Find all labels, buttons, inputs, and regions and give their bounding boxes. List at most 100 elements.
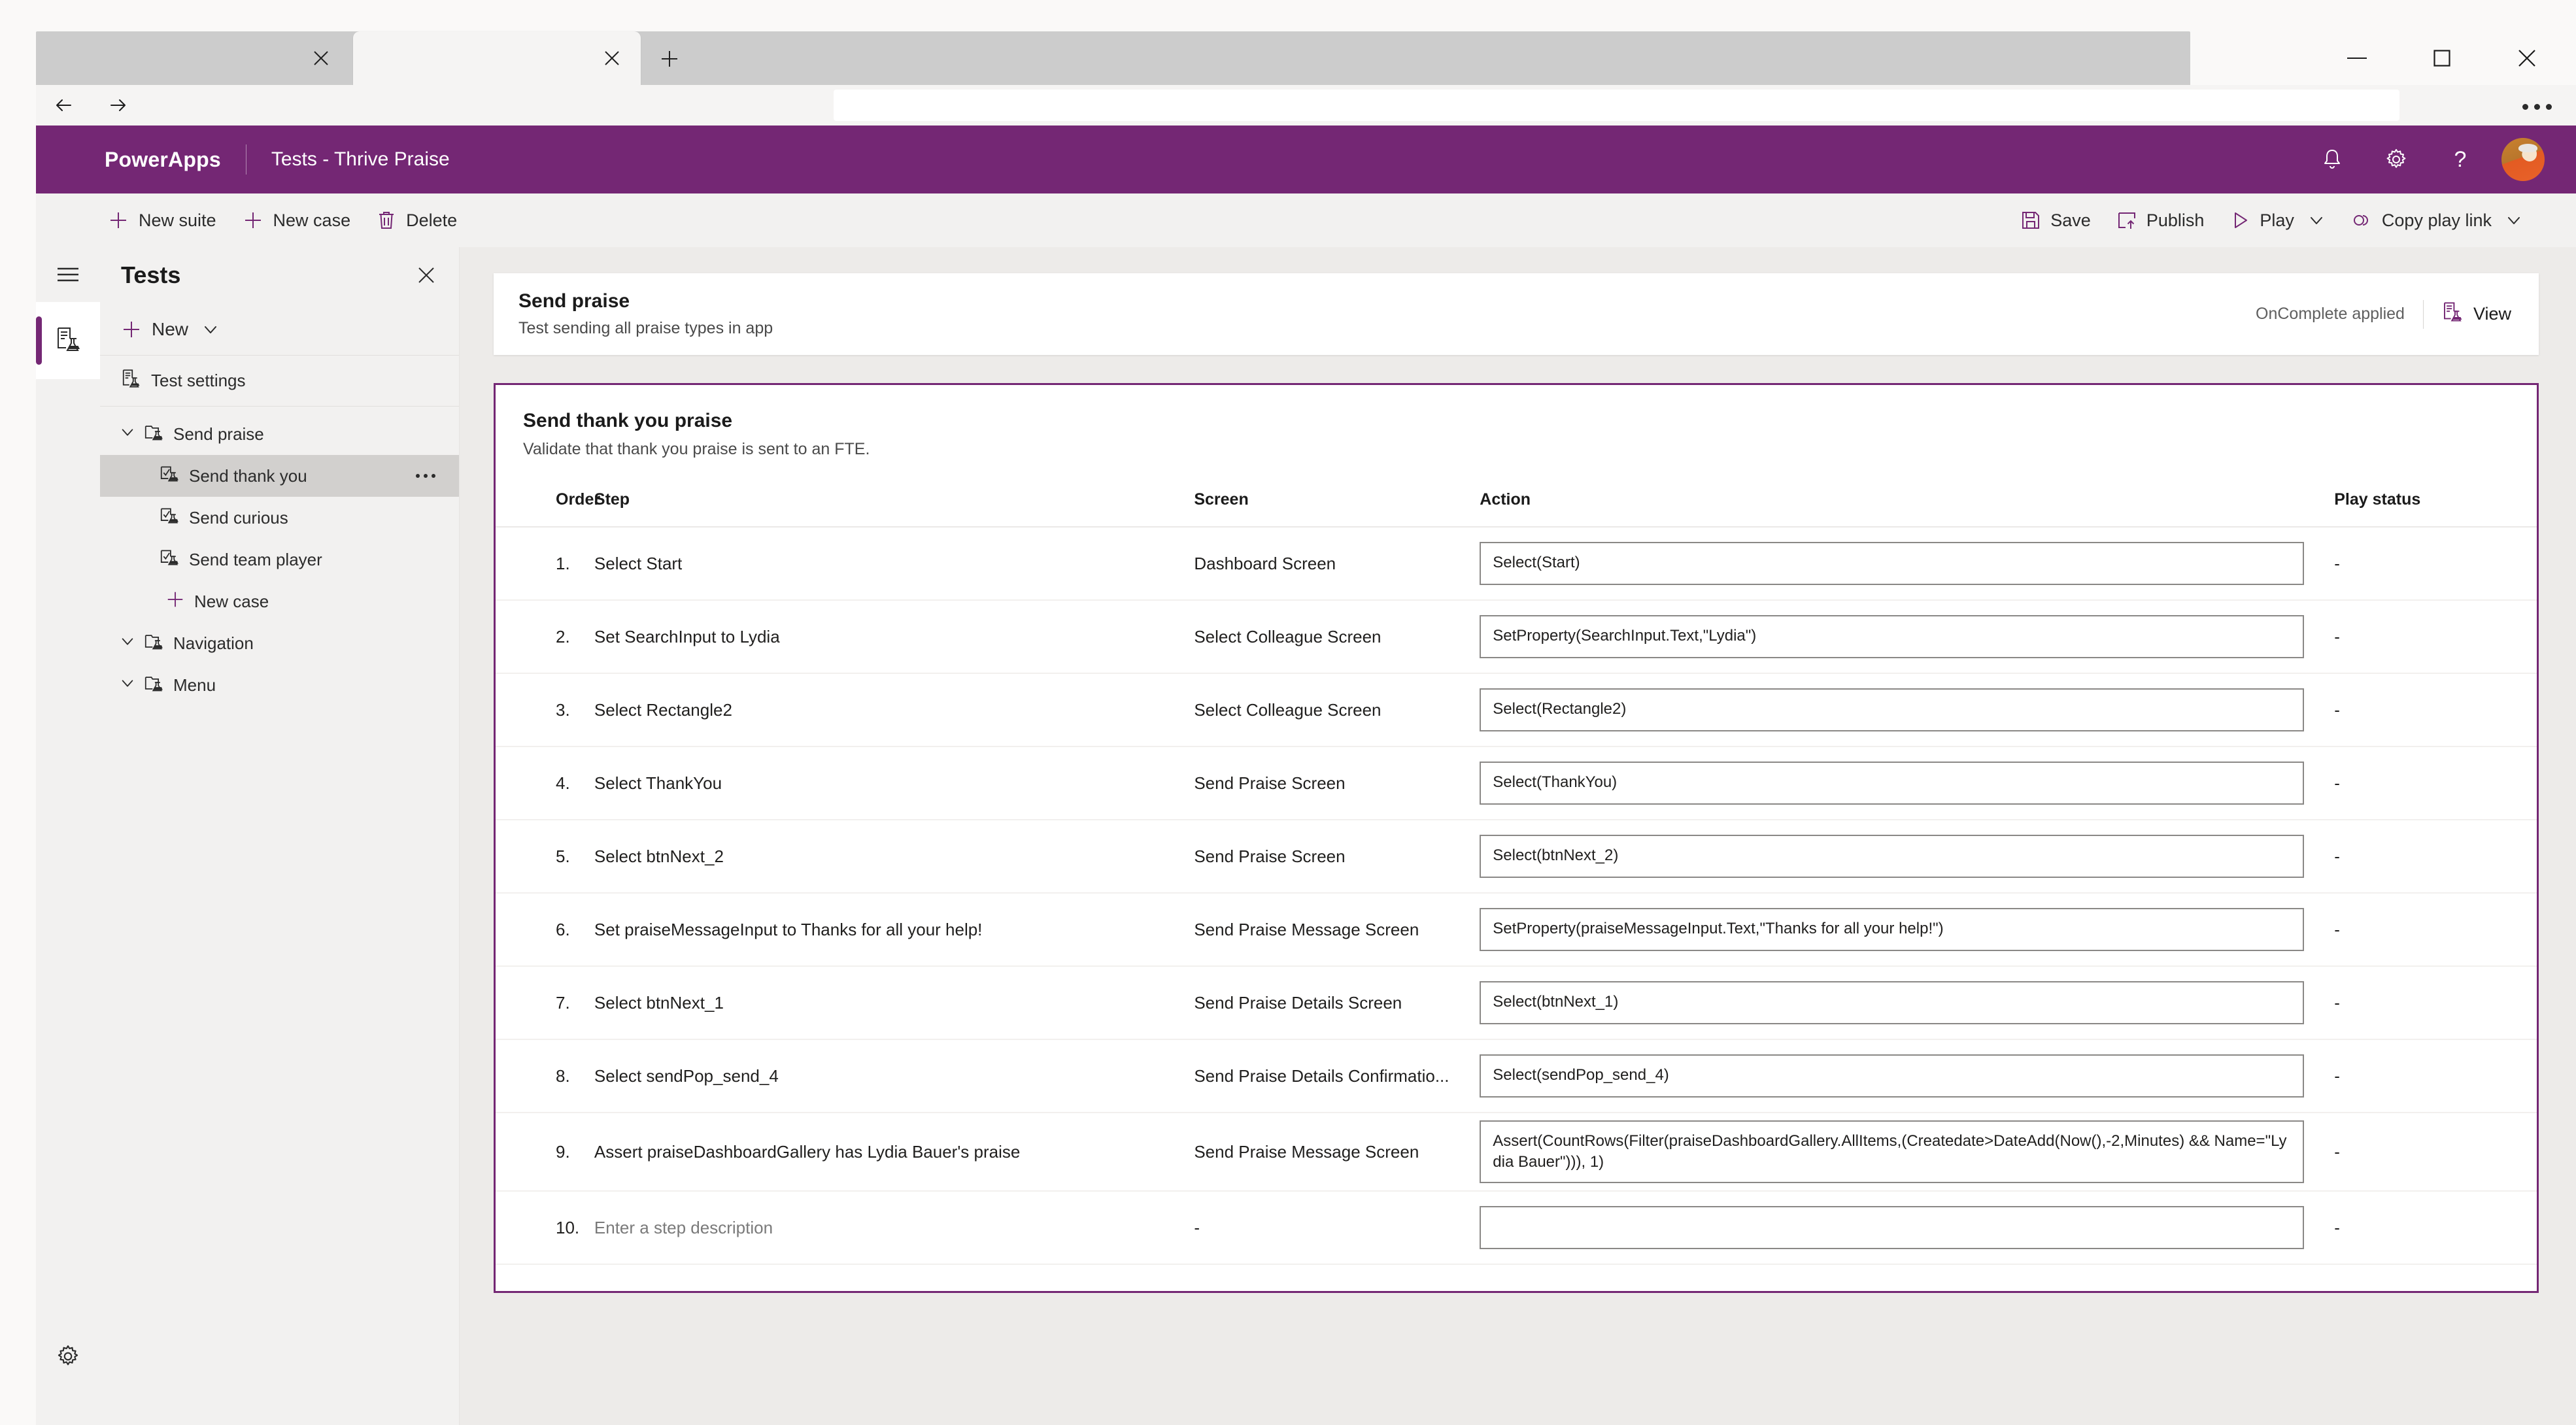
chevron-down-icon[interactable]	[120, 424, 135, 444]
gear-icon[interactable]	[2364, 126, 2428, 193]
divider	[2422, 299, 2424, 329]
table-row[interactable]: 4. Select ThankYou Send Praise Screen Se…	[496, 746, 2537, 820]
step-action-input[interactable]: Select(sendPop_send_4)	[1480, 1054, 2305, 1098]
test-settings-item[interactable]: Test settings	[100, 356, 459, 407]
step-action-input[interactable]: Assert(CountRows(Filter(praiseDashboardG…	[1480, 1120, 2305, 1183]
table-row[interactable]: 9. Assert praiseDashboardGallery has Lyd…	[496, 1113, 2537, 1192]
step-description[interactable]: Select ThankYou	[579, 746, 1195, 820]
sidebar-item-send-thank-you[interactable]: Send thank you	[100, 455, 459, 497]
new-tab-button[interactable]	[654, 43, 685, 75]
sidebar-item-send-praise[interactable]: Send praise	[100, 413, 459, 455]
new-test-button[interactable]: New	[100, 303, 459, 356]
table-row[interactable]: 2. Set SearchInput to Lydia Select Colle…	[496, 600, 2537, 674]
step-order: 6.	[496, 893, 580, 967]
step-action-input[interactable]: Select(Rectangle2)	[1480, 688, 2305, 731]
chevron-down-icon[interactable]	[2505, 212, 2522, 229]
sidebar-item-navigation[interactable]: Navigation	[100, 622, 459, 664]
left-rail	[36, 247, 100, 1425]
overflow-menu-icon[interactable]	[416, 474, 435, 478]
sidebar-item-label: Send curious	[189, 507, 288, 528]
sidebar-item-menu[interactable]: Menu	[100, 664, 459, 706]
delete-button[interactable]: Delete	[364, 193, 470, 247]
step-description[interactable]: Select btnNext_2	[579, 820, 1195, 894]
step-action-input[interactable]: Select(Start)	[1480, 542, 2305, 585]
table-row[interactable]: 8. Select sendPop_send_4 Send Praise Det…	[496, 1039, 2537, 1113]
window-minimize-button[interactable]	[2328, 31, 2386, 85]
browser-more-menu-icon[interactable]	[2517, 96, 2556, 117]
step-description[interactable]: Set praiseMessageInput to Thanks for all…	[579, 893, 1195, 967]
rail-selection-indicator	[36, 316, 42, 365]
table-row[interactable]: 5. Select btnNext_2 Send Praise Screen S…	[496, 820, 2537, 894]
step-description[interactable]: Set SearchInput to Lydia	[579, 600, 1195, 674]
step-action-input[interactable]: Select(btnNext_1)	[1480, 981, 2305, 1024]
step-order: 10.	[496, 1191, 580, 1265]
step-action-input[interactable]: Select(btnNext_2)	[1480, 835, 2305, 878]
rail-item-tests[interactable]	[36, 302, 100, 379]
hamburger-icon[interactable]	[36, 247, 100, 302]
close-icon[interactable]	[412, 261, 441, 290]
rail-settings-button[interactable]	[36, 1328, 100, 1387]
browser-tabstrip	[36, 31, 2190, 85]
powerapps-brand[interactable]: PowerApps	[105, 148, 221, 172]
chevron-down-icon[interactable]	[2308, 212, 2325, 229]
table-row[interactable]: 10. Enter a step description - -	[496, 1191, 2537, 1265]
table-row[interactable]: 1. Select Start Dashboard Screen Select(…	[496, 527, 2537, 601]
close-icon[interactable]	[307, 44, 335, 73]
sidebar-new-case-button[interactable]: New case	[100, 580, 459, 622]
step-description[interactable]: Select Rectangle2	[579, 673, 1195, 747]
back-arrow-icon[interactable]	[36, 85, 91, 126]
window-maximize-button[interactable]	[2413, 31, 2471, 85]
sidebar-item-send-team-player[interactable]: Send team player	[100, 539, 459, 580]
step-action-cell: Select(btnNext_2)	[1480, 820, 2323, 894]
publish-button[interactable]: Publish	[2104, 193, 2218, 247]
step-screen: Select Colleague Screen	[1194, 600, 1480, 674]
avatar[interactable]	[2501, 138, 2545, 181]
help-icon[interactable]: ?	[2428, 126, 2492, 193]
copy-play-link-button[interactable]: Copy play link	[2338, 193, 2535, 247]
new-suite-button[interactable]: New suite	[95, 193, 229, 247]
table-row[interactable]: 7. Select btnNext_1 Send Praise Details …	[496, 966, 2537, 1040]
chevron-down-icon[interactable]	[120, 675, 135, 696]
browser-tab-2[interactable]	[353, 31, 641, 85]
table-row[interactable]: 3. Select Rectangle2 Select Colleague Sc…	[496, 673, 2537, 747]
step-description[interactable]: Select btnNext_1	[579, 966, 1195, 1040]
step-play-status: -	[2322, 820, 2537, 894]
column-header-step: Step	[579, 478, 1195, 528]
step-action-input[interactable]: SetProperty(SearchInput.Text,"Lydia")	[1480, 615, 2305, 658]
step-action-input[interactable]: Select(ThankYou)	[1480, 762, 2305, 805]
play-label: Play	[2260, 210, 2294, 230]
step-order: 4.	[496, 746, 580, 820]
step-action-input[interactable]: SetProperty(praiseMessageInput.Text,"Tha…	[1480, 908, 2305, 951]
chevron-down-icon[interactable]	[202, 321, 219, 338]
step-description[interactable]: Assert praiseDashboardGallery has Lydia …	[579, 1113, 1195, 1192]
step-action-cell: SetProperty(praiseMessageInput.Text,"Tha…	[1480, 893, 2323, 967]
column-header-action: Action	[1480, 478, 2323, 528]
sidebar-item-label: Navigation	[173, 633, 254, 653]
window-close-button[interactable]	[2498, 31, 2556, 85]
test-steps-body: 1. Select Start Dashboard Screen Select(…	[496, 527, 2537, 1265]
step-action-input[interactable]	[1480, 1206, 2305, 1249]
bell-icon[interactable]	[2300, 126, 2364, 193]
suite-folder-icon	[144, 632, 164, 655]
close-icon[interactable]	[598, 44, 626, 73]
table-row[interactable]: 6. Set praiseMessageInput to Thanks for …	[496, 893, 2537, 967]
play-button[interactable]: Play	[2217, 193, 2338, 247]
step-order: 7.	[496, 966, 580, 1040]
step-play-status: -	[2322, 600, 2537, 674]
save-button[interactable]: Save	[2008, 193, 2104, 247]
suite-title: Send praise	[518, 290, 630, 312]
view-button[interactable]: View	[2442, 301, 2511, 327]
step-description-placeholder[interactable]: Enter a step description	[579, 1191, 1195, 1265]
forward-arrow-icon[interactable]	[91, 85, 146, 126]
sidebar-item-send-curious[interactable]: Send curious	[100, 497, 459, 539]
suite-subtitle: Test sending all praise types in app	[518, 319, 773, 337]
step-description[interactable]: Select sendPop_send_4	[579, 1039, 1195, 1113]
new-case-button[interactable]: New case	[229, 193, 364, 247]
step-play-status: -	[2322, 893, 2537, 967]
step-description[interactable]: Select Start	[579, 527, 1195, 601]
browser-tab-1[interactable]	[36, 31, 350, 85]
step-play-status: -	[2322, 1191, 2537, 1265]
browser-url-bar[interactable]	[834, 90, 2399, 121]
chevron-down-icon[interactable]	[120, 633, 135, 654]
step-action-cell	[1480, 1191, 2323, 1265]
